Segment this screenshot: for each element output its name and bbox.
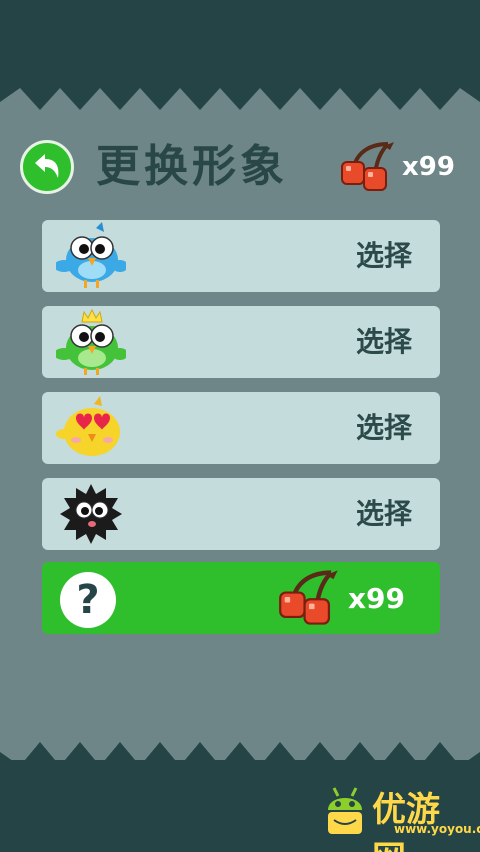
android-mascot-icon [328, 787, 362, 834]
back-button[interactable] [20, 140, 74, 194]
character-row-yellow-chick[interactable]: 选择 [42, 392, 440, 464]
top-spike-border [0, 88, 480, 110]
blue-bird-icon [56, 222, 126, 288]
watermark-logo: 优游网 www.yoyou.com [320, 782, 480, 852]
watermark-text: 优游网 [372, 790, 440, 852]
black-fuzzball-icon [60, 484, 122, 544]
currency-display: x99 [340, 138, 470, 196]
select-button[interactable]: 选择 [356, 478, 412, 550]
page-title: 更换形象 [96, 141, 288, 192]
top-background [0, 0, 480, 90]
select-button[interactable]: 选择 [356, 392, 412, 464]
unlock-price-count: x99 [348, 582, 406, 615]
character-row-black-fuzzball[interactable]: 选择 [42, 478, 440, 550]
locked-character-row[interactable]: ? x99 [42, 562, 440, 634]
bottom-spike-border [0, 742, 480, 766]
back-arrow-icon [35, 154, 59, 178]
yellow-heart-eyes-chick-icon [56, 396, 120, 456]
watermark-url: www.yoyou.com [394, 822, 480, 836]
mystery-icon: ? [60, 572, 116, 628]
green-crowned-bird-icon [56, 308, 126, 375]
cherry-icon [341, 142, 394, 191]
select-button[interactable]: 选择 [356, 306, 412, 378]
unlock-price[interactable]: x99 [278, 566, 438, 630]
character-row-blue-bird[interactable]: 选择 [42, 220, 440, 292]
cherry-icon [279, 570, 338, 625]
currency-count: x99 [402, 152, 455, 182]
select-button[interactable]: 选择 [356, 220, 412, 292]
character-row-green-crowned-bird[interactable]: 选择 [42, 306, 440, 378]
